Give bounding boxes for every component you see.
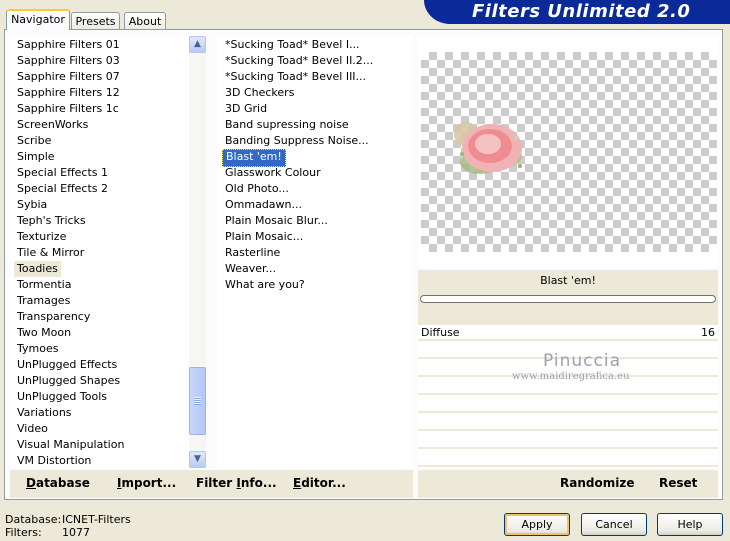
flower-image <box>454 122 522 174</box>
category-list[interactable]: Sapphire Filters 01 Sapphire Filters 03 Sa… <box>10 36 189 468</box>
app-title: Filters Unlimited 2.0 <box>472 1 691 22</box>
filter-item[interactable]: Glasswork Colour <box>222 165 324 181</box>
scroll-down-button[interactable]: ▼ <box>189 451 206 468</box>
param-row-diffuse[interactable]: Diffuse 16 <box>418 325 718 341</box>
filters-label: Filters: <box>5 526 42 539</box>
editor-button[interactable]: Editor... <box>293 476 346 490</box>
tab-about[interactable]: About <box>124 12 166 29</box>
filter-info-button[interactable]: Filter Info... <box>196 476 277 490</box>
filter-list[interactable]: *Sucking Toad* Bevel I... *Sucking Toad* … <box>217 36 413 468</box>
filter-item[interactable]: Rasterline <box>222 245 283 261</box>
filter-label-box: Blast 'em! <box>418 270 718 328</box>
category-item[interactable]: VM Distortion <box>14 453 94 469</box>
filter-item[interactable]: What are you? <box>222 277 308 293</box>
watermark-name: Pinuccia <box>543 351 621 371</box>
filters-count: 1077 <box>62 526 90 539</box>
left-toolbar: Database Import... Filter Info... Editor… <box>10 470 413 498</box>
tab-navigator[interactable]: Navigator <box>6 9 70 30</box>
category-item[interactable]: Video <box>14 421 51 437</box>
cancel-button[interactable]: Cancel <box>581 513 647 536</box>
watermark-url: www.maidiregrafica.eu <box>512 371 630 382</box>
filter-item[interactable]: Ommadawn... <box>222 197 305 213</box>
category-item[interactable]: Sybia <box>14 197 50 213</box>
filter-item[interactable]: Band supressing noise <box>222 117 352 133</box>
category-item[interactable]: Simple <box>14 149 58 165</box>
scroll-up-button[interactable]: ▲ <box>189 36 206 53</box>
category-item[interactable]: Tormentia <box>14 277 74 293</box>
category-item[interactable]: Special Effects 1 <box>14 165 111 181</box>
grip-icon <box>194 397 201 405</box>
param-value: 16 <box>701 326 715 339</box>
param-row-empty <box>418 433 718 449</box>
category-item[interactable]: Tramages <box>14 293 73 309</box>
category-item[interactable]: Sapphire Filters 03 <box>14 53 123 69</box>
param-row-empty <box>418 451 718 467</box>
param-name: Diffuse <box>421 326 460 339</box>
database-label: Database: <box>5 513 62 526</box>
parameter-panel: Diffuse 16 Pinuccia www.maidiregrafica.e… <box>418 325 718 467</box>
category-item[interactable]: Teph's Tricks <box>14 213 89 229</box>
reset-button[interactable]: Reset <box>659 476 697 490</box>
filter-item[interactable]: Old Photo... <box>222 181 292 197</box>
category-item[interactable]: Special Effects 2 <box>14 181 111 197</box>
progress-bar <box>420 295 716 303</box>
category-item[interactable]: Scribe <box>14 133 54 149</box>
randomize-button[interactable]: Randomize <box>560 476 634 490</box>
category-item[interactable]: Sapphire Filters 12 <box>14 85 123 101</box>
category-item[interactable]: Sapphire Filters 07 <box>14 69 123 85</box>
filter-item[interactable]: *Sucking Toad* Bevel II.2... <box>222 53 376 69</box>
filter-item[interactable]: 3D Grid <box>222 101 270 117</box>
filter-item[interactable]: Weaver... <box>222 261 279 277</box>
category-item[interactable]: Tymoes <box>14 341 61 357</box>
tab-presets[interactable]: Presets <box>71 12 120 29</box>
preview-area <box>418 36 718 268</box>
category-item[interactable]: Sapphire Filters 1c <box>14 101 122 117</box>
category-item[interactable]: Transparency <box>14 309 93 325</box>
category-item[interactable]: Visual Manipulation <box>14 437 127 453</box>
filter-item[interactable]: *Sucking Toad* Bevel I... <box>222 37 363 53</box>
right-toolbar: Randomize Reset <box>418 470 718 498</box>
param-row-empty <box>418 415 718 431</box>
category-scrollbar[interactable]: ▲ ▼ <box>189 36 206 468</box>
import-button[interactable]: Import... <box>117 476 176 490</box>
filter-item[interactable]: 3D Checkers <box>222 85 297 101</box>
database-value: ICNET-Filters <box>62 513 131 526</box>
category-item[interactable]: UnPlugged Tools <box>14 389 110 405</box>
filter-item[interactable]: Plain Mosaic... <box>222 229 306 245</box>
category-item[interactable]: ScreenWorks <box>14 117 91 133</box>
apply-button[interactable]: Apply <box>504 513 570 536</box>
scroll-thumb[interactable] <box>189 367 206 435</box>
category-item[interactable]: Texturize <box>14 229 69 245</box>
filter-item[interactable]: Plain Mosaic Blur... <box>222 213 331 229</box>
category-item[interactable]: UnPlugged Shapes <box>14 373 123 389</box>
category-item[interactable]: Variations <box>14 405 75 421</box>
help-button[interactable]: Help <box>657 513 723 536</box>
category-item[interactable]: Two Moon <box>14 325 74 341</box>
preview-filter-name: Blast 'em! <box>540 274 596 287</box>
filter-item[interactable]: Banding Suppress Noise... <box>222 133 372 149</box>
param-row-empty <box>418 397 718 413</box>
category-item[interactable]: UnPlugged Effects <box>14 357 120 373</box>
database-button[interactable]: Database <box>26 476 90 490</box>
filter-item[interactable]: *Sucking Toad* Bevel III... <box>222 69 369 85</box>
category-item[interactable]: Toadies <box>14 261 61 277</box>
title-banner: Filters Unlimited 2.0 <box>424 0 730 24</box>
preview-canvas <box>421 52 717 252</box>
category-item[interactable]: Sapphire Filters 01 <box>14 37 123 53</box>
category-item[interactable]: Tile & Mirror <box>14 245 87 261</box>
